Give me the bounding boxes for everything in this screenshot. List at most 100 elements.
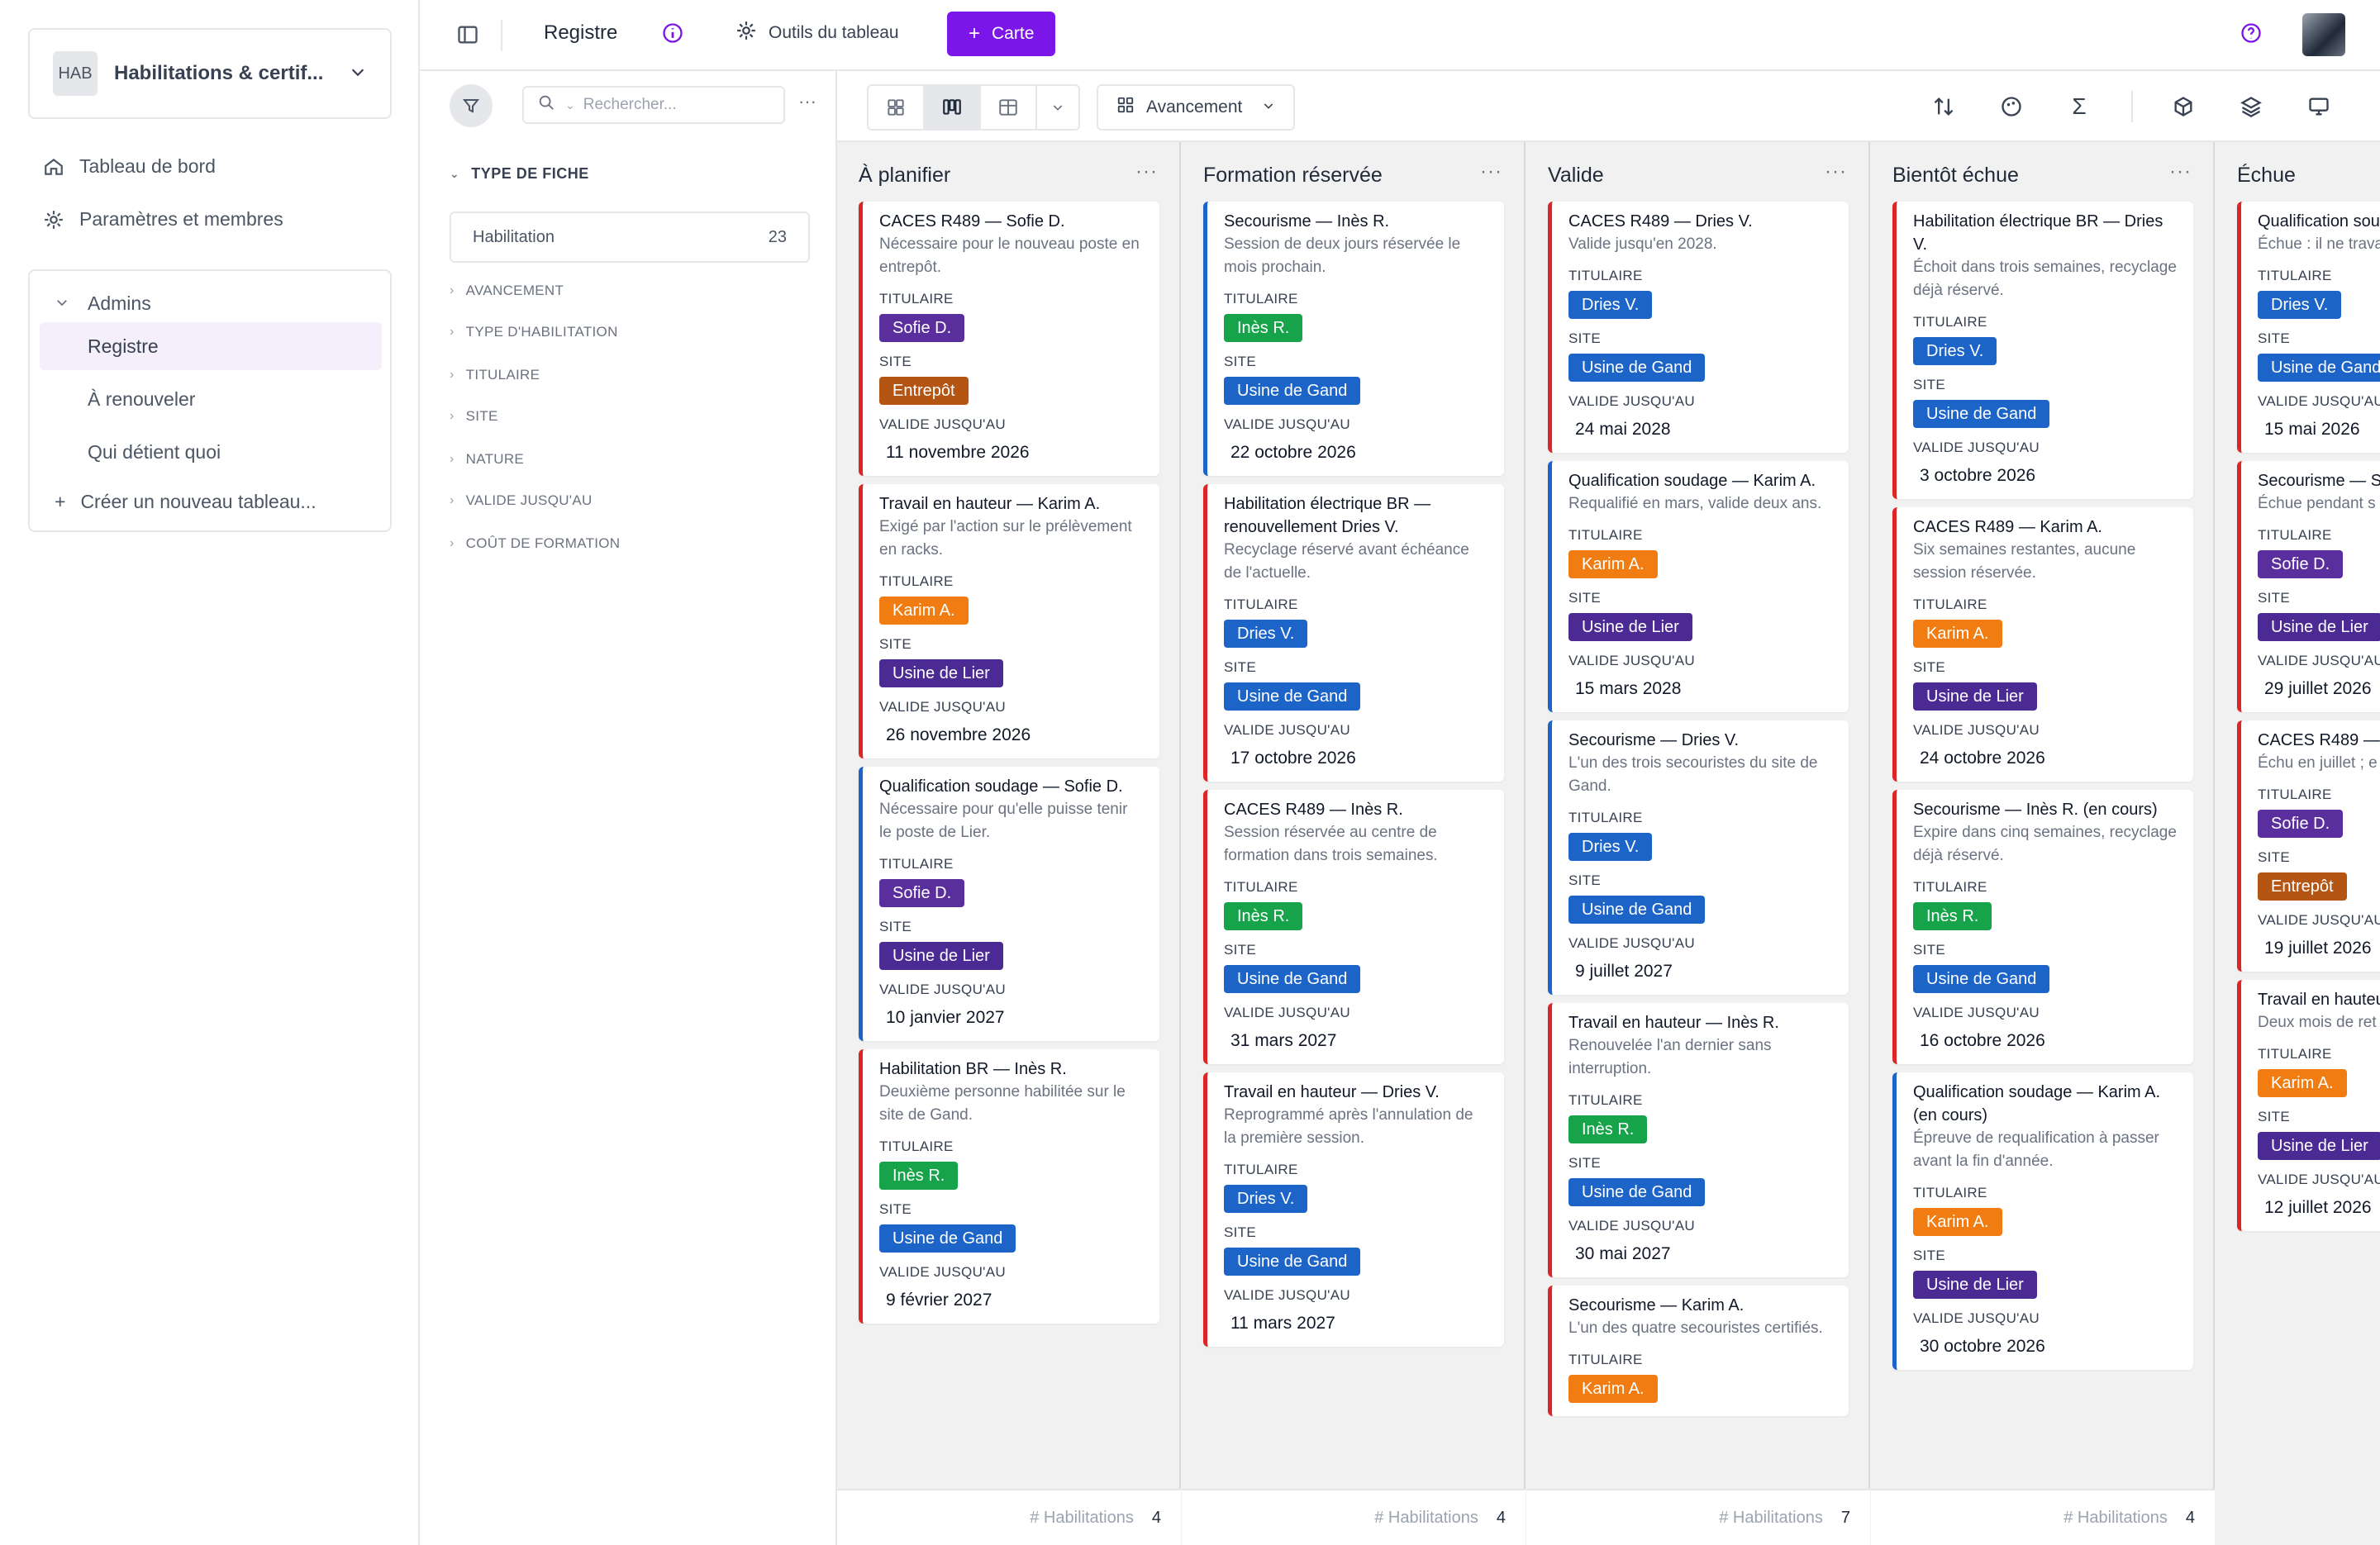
nav-dashboard[interactable]: Tableau de bord [43, 155, 216, 178]
info-icon[interactable] [661, 21, 684, 45]
site-tag: Usine de Gand [1224, 682, 1361, 711]
board-card[interactable]: CACES R489 — Échu en juillet ; e conduit … [2237, 720, 2380, 972]
field-label-titulaire: TITULAIRE [1913, 879, 1987, 895]
filter-label: VALIDE JUSQU'AU [465, 492, 593, 508]
column-more-icon[interactable]: ··· [1825, 160, 1847, 183]
add-card-button[interactable]: + Carte [947, 12, 1056, 56]
option-label: Habilitation [473, 227, 555, 246]
nav-settings[interactable]: Paramètres et membres [43, 208, 283, 231]
filter-section-type[interactable]: ⌄ TYPE DE FICHE [450, 165, 589, 183]
create-board-label: Créer un nouveau tableau... [80, 491, 317, 512]
create-board-link[interactable]: + Créer un nouveau tableau... [55, 491, 317, 513]
board-card[interactable]: Qualification soudage — Sofie D. Nécessai… [859, 767, 1159, 1041]
card-description: Six semaines restantes, aucune session r… [1913, 541, 2136, 582]
table-view-icon[interactable] [981, 86, 1037, 129]
field-label-site: SITE [879, 636, 912, 652]
chevron-right-icon: › [450, 283, 455, 297]
filter-nature[interactable]: › NATURE [450, 451, 524, 468]
titulaire-tag: Sofie D. [2258, 810, 2344, 838]
column-more-icon[interactable]: ··· [1480, 160, 1502, 183]
card-title: Qualification sou [2258, 212, 2380, 231]
board-card[interactable]: Secourisme — Inès R. (en cours) Expire da… [1892, 790, 2193, 1064]
chevron-right-icon: › [450, 409, 455, 423]
board-tools-button[interactable]: Outils du tableau [735, 20, 899, 46]
avatar[interactable] [2302, 13, 2345, 56]
titulaire-tag: Dries V. [1568, 291, 1653, 319]
board-card[interactable]: Habilitation BR — Inès R. Deuxième person… [859, 1049, 1159, 1324]
filter-site[interactable]: › SITE [450, 408, 498, 425]
search-input[interactable]: ⌄ Rechercher... [522, 86, 785, 124]
workspace-badge: HAB [53, 51, 98, 96]
chevron-down-icon: ⌄ [450, 167, 460, 180]
board-card[interactable]: CACES R489 — Dries V. Valide jusqu'en 202… [1548, 202, 1849, 453]
board-qui-detient-quoi[interactable]: Qui détient quoi [40, 428, 382, 476]
field-label-valide: VALIDE JUSQU'AU [2258, 653, 2380, 668]
field-label-titulaire: TITULAIRE [1568, 1352, 1643, 1367]
grid-view-icon[interactable] [869, 86, 925, 129]
board-card[interactable]: Habilitation électrique BR — renouvellem… [1203, 484, 1504, 782]
sidebar: HAB Habilitations & certif... Tableau de… [0, 0, 420, 1545]
color-icon[interactable] [1997, 93, 2025, 121]
field-label-titulaire: TITULAIRE [1224, 291, 1298, 307]
site-tag: Usine de Lier [879, 942, 1003, 970]
filter-cout-formation[interactable]: › COÛT DE FORMATION [450, 535, 620, 552]
board-card[interactable]: Secourisme — Karim A. L'un des quatre sec… [1548, 1286, 1849, 1416]
valid-until-date: 9 juillet 2027 [1575, 962, 1673, 981]
valid-until-date: 9 février 2027 [886, 1291, 992, 1310]
board-card[interactable]: Secourisme — S Échue pendant s replanifie… [2237, 461, 2380, 712]
board-card[interactable]: Secourisme — Dries V. L'un des trois seco… [1548, 720, 1849, 995]
help-icon[interactable] [2240, 21, 2263, 45]
layers-icon[interactable] [2237, 93, 2265, 121]
valid-until-date: 15 mars 2028 [1575, 679, 1682, 698]
board-card[interactable]: CACES R489 — Karim A. Six semaines restan… [1892, 507, 2193, 782]
admins-toggle[interactable]: Admins [55, 292, 151, 315]
valid-until-date: 10 janvier 2027 [886, 1008, 1005, 1027]
field-label-valide: VALIDE JUSQU'AU [1913, 440, 2040, 455]
sum-icon[interactable]: Σ [2065, 93, 2093, 121]
board-card[interactable]: Qualification soudage — Karim A. (en cou… [1892, 1072, 2193, 1370]
site-tag: Usine de Lier [2258, 1132, 2380, 1160]
filter-avancement[interactable]: › AVANCEMENT [450, 283, 564, 299]
filter-titulaire[interactable]: › TITULAIRE [450, 367, 540, 383]
filter-label: NATURE [465, 451, 525, 467]
column-more-icon[interactable]: ··· [1135, 160, 1158, 183]
field-label-titulaire: TITULAIRE [879, 573, 954, 589]
board-registre[interactable]: Registre [40, 322, 382, 370]
filter-option-habilitation[interactable]: Habilitation 23 [450, 212, 810, 263]
column-footer: # Habilitations 4 [1871, 1489, 2215, 1545]
card-title: Secourisme — Inès R. (en cours) [1913, 801, 2158, 819]
board-card[interactable]: Travail en hauteur — Inès R. Renouvelée l… [1548, 1003, 1849, 1277]
chevron-down-icon: ⌄ [565, 97, 575, 112]
board-card[interactable]: Travail en hauteur — Dries V. Reprogrammé… [1203, 1072, 1504, 1347]
field-label-valide: VALIDE JUSQU'AU [1568, 393, 1695, 409]
sort-icon[interactable] [1930, 93, 1958, 121]
column-more-icon[interactable]: ··· [2169, 160, 2192, 183]
chevron-down-icon[interactable] [1037, 86, 1078, 129]
field-label-site: SITE [1913, 942, 1945, 958]
board-card[interactable]: Travail en hauteu (échu) Deux mois de ret… [2237, 980, 2380, 1231]
sidebar-toggle-icon[interactable] [456, 23, 479, 46]
board-card[interactable]: CACES R489 — Sofie D. Nécessaire pour le … [859, 202, 1159, 476]
filter-panel: ⌄ Rechercher... ··· ⌄ TYPE DE FICHE Habi… [420, 71, 837, 1545]
cube-icon[interactable] [2169, 93, 2197, 121]
field-label-valide: VALIDE JUSQU'AU [1913, 1005, 2040, 1020]
board-card[interactable]: Secourisme — Inès R. Session de deux jour… [1203, 202, 1504, 476]
board-a-renouveler[interactable]: À renouveler [40, 375, 382, 423]
group-by-select[interactable]: Avancement [1097, 84, 1295, 131]
board-card[interactable]: Qualification soudage — Karim A. Requalif… [1548, 461, 1849, 712]
more-icon[interactable]: ··· [798, 91, 816, 112]
board-card[interactable]: Travail en hauteur — Karim A. Exigé par l… [859, 484, 1159, 758]
card-description: Session réservée au centre de formation … [1224, 824, 1438, 864]
chevron-right-icon: › [450, 325, 455, 339]
kanban-view-icon[interactable] [925, 86, 981, 129]
filter-valide-jusquau[interactable]: › VALIDE JUSQU'AU [450, 492, 593, 509]
card-description: Échue pendant s replanifier. [2258, 495, 2380, 512]
present-icon[interactable] [2305, 93, 2333, 121]
field-label-site: SITE [1224, 659, 1256, 675]
board-card[interactable]: CACES R489 — Inès R. Session réservée au … [1203, 790, 1504, 1064]
filter-type-habilitation[interactable]: › TYPE D'HABILITATION [450, 324, 618, 340]
board-card[interactable]: Qualification sou Échue : il ne trava ens… [2237, 202, 2380, 453]
filter-icon[interactable] [450, 84, 493, 127]
workspace-switcher[interactable]: HAB Habilitations & certif... [28, 28, 392, 119]
board-card[interactable]: Habilitation électrique BR — Dries V. Éch… [1892, 202, 2193, 499]
